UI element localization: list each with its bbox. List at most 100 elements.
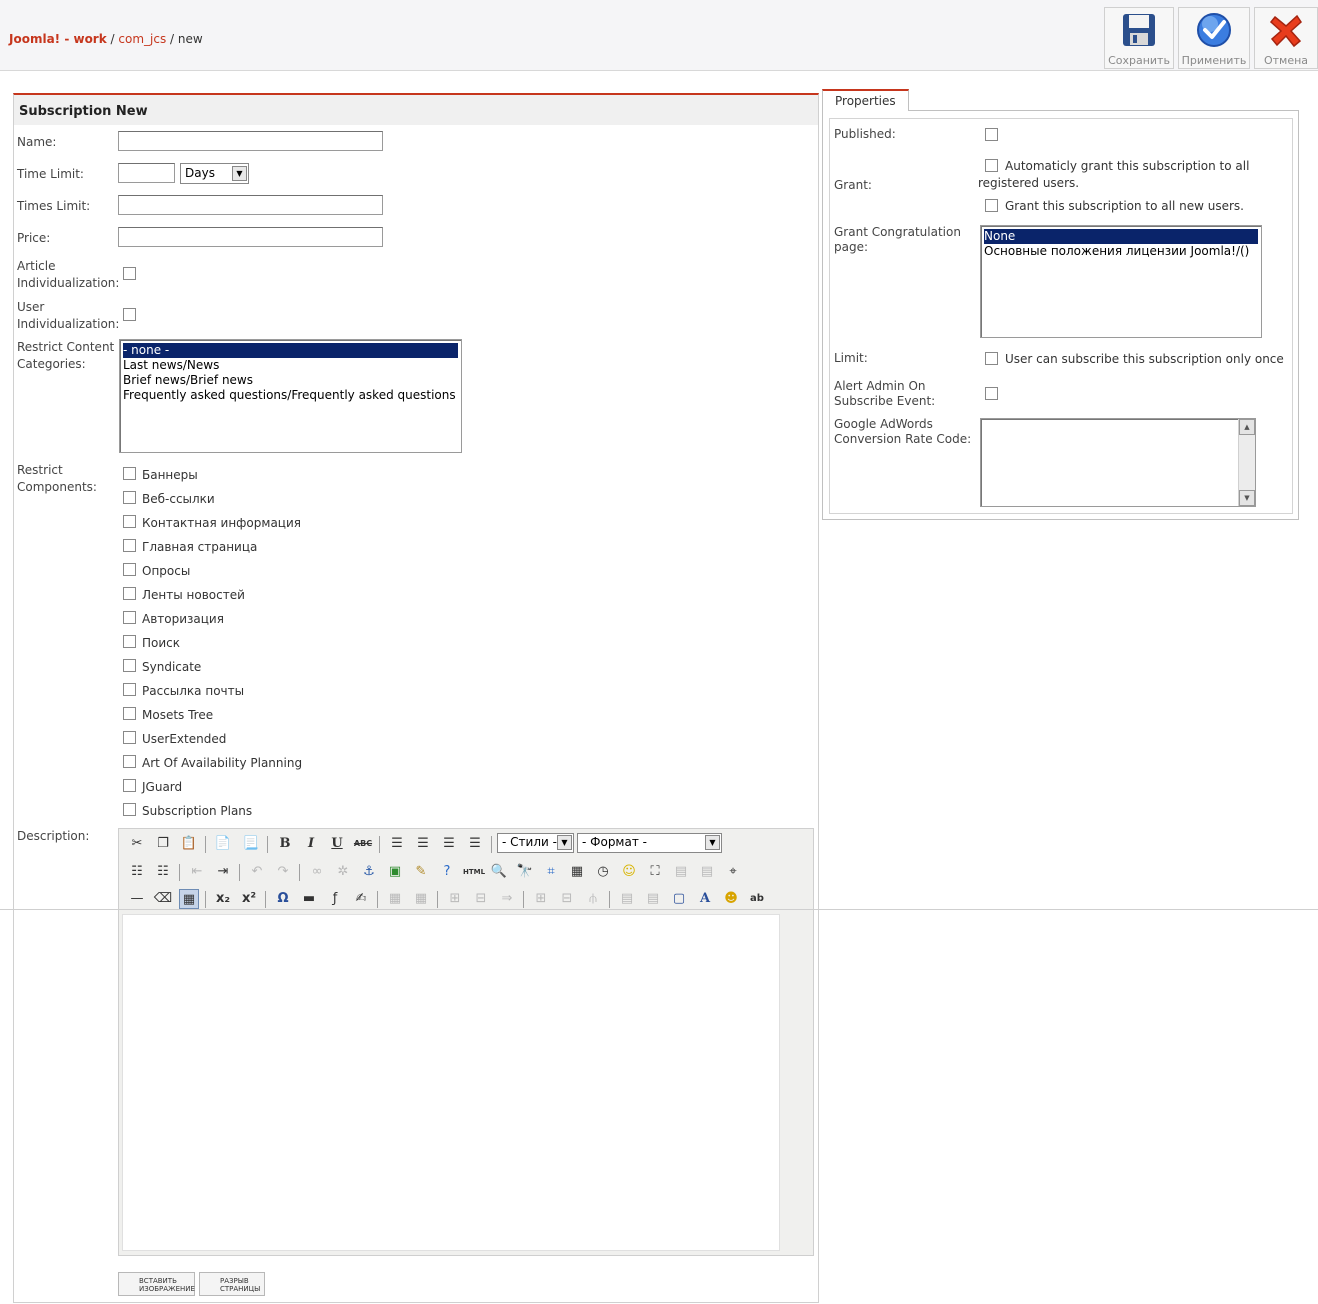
subscript-icon[interactable]: x₂ [213,889,233,909]
insert-frame-icon[interactable]: ▢ [669,889,689,909]
component-checkbox[interactable] [123,659,136,672]
strikethrough-icon[interactable]: ABC [353,834,373,854]
italic-icon[interactable]: I [301,834,321,854]
find-replace-icon[interactable]: 🔭 [515,862,535,882]
paste-icon[interactable]: 📋 [179,834,199,854]
fullscreen-icon[interactable]: ⛶ [645,862,665,882]
delete-row-icon[interactable]: ⊟ [471,889,491,909]
align-right-icon[interactable]: ☰ [439,834,459,854]
category-option[interactable]: Last news/News [123,358,458,373]
table-icon[interactable]: ▦ [385,889,405,909]
editor-content-area[interactable] [122,914,780,1251]
delete-col-icon[interactable]: ⊟ [557,889,577,909]
horizontal-rule-icon[interactable]: — [127,889,147,909]
scroll-down-icon[interactable]: ▼ [1239,490,1255,506]
component-checkbox[interactable] [123,563,136,576]
user-individualization-checkbox[interactable] [123,308,136,321]
paste-text-icon[interactable]: 📄 [213,834,233,854]
cleanup-icon[interactable]: ✎ [411,862,431,882]
article-individualization-checkbox[interactable] [123,267,136,280]
cut-icon[interactable]: ✂ [127,834,147,854]
align-left-icon[interactable]: ☰ [387,834,407,854]
category-option[interactable]: - none - [123,343,458,358]
indent-icon[interactable]: ⇥ [213,862,233,882]
scrollbar[interactable]: ▲ ▼ [1238,419,1255,506]
flash-icon[interactable]: ƒ [325,889,345,909]
page-break-button[interactable]: РАЗРЫВ СТРАНИЦЫ [199,1272,265,1296]
category-option[interactable]: Brief news/Brief news [123,373,458,388]
undo-icon[interactable]: ↶ [247,862,267,882]
table-props-icon[interactable]: ▦ [411,889,431,909]
smiley-icon[interactable]: ☻ [721,889,741,909]
component-checkbox[interactable] [123,683,136,696]
styles-select[interactable]: - Стили - ▼ [497,833,574,853]
align-center-icon[interactable]: ☰ [413,834,433,854]
copy-icon[interactable]: ❐ [153,834,173,854]
times-limit-input[interactable] [118,195,383,215]
underline-icon[interactable]: U [327,834,347,854]
split-cells-icon[interactable]: ⫛ [583,889,603,909]
insert-date-icon[interactable]: ⌗ [541,862,561,882]
component-checkbox[interactable] [123,635,136,648]
component-checkbox[interactable] [123,779,136,792]
tab-properties[interactable]: Properties [822,89,909,111]
cancel-button[interactable]: Отмена [1254,7,1318,69]
merge-cells-icon[interactable]: ⇒ [497,889,517,909]
insert-datetime-icon[interactable]: ▦ [567,862,587,882]
row-props-icon[interactable]: ▤ [617,889,637,909]
superscript-icon[interactable]: x² [239,889,259,909]
component-checkbox[interactable] [123,707,136,720]
apply-button[interactable]: Применить [1178,7,1250,69]
help-icon[interactable]: ? [437,862,457,882]
time-unit-select[interactable]: Days ▼ [180,163,249,184]
insert-row-icon[interactable]: ⊞ [445,889,465,909]
unlink-icon[interactable]: ✲ [333,862,353,882]
component-checkbox[interactable] [123,491,136,504]
category-option[interactable]: Frequently asked questions/Frequently as… [123,388,458,403]
html-source-icon[interactable]: HTML [463,862,485,882]
anchor-icon[interactable]: ⚓ [359,862,379,882]
limit-checkbox[interactable] [985,352,998,365]
price-input[interactable] [118,227,383,247]
congrats-option[interactable]: None [984,229,1258,244]
styles-icon[interactable]: A [695,889,715,909]
scroll-up-icon[interactable]: ▲ [1239,419,1255,435]
absolute-position-icon[interactable]: ⌖ [723,862,743,882]
image-icon[interactable]: ▣ [385,862,405,882]
component-checkbox[interactable] [123,539,136,552]
layer-icon[interactable]: ▤ [671,862,691,882]
paste-word-icon[interactable]: 📃 [241,834,261,854]
component-checkbox[interactable] [123,755,136,768]
congrats-option[interactable]: Основные положения лицензии Joomla!/() [984,244,1258,259]
visual-aid-icon[interactable]: ▦ [179,889,199,909]
name-input[interactable] [118,131,383,151]
breadcrumb-component[interactable]: com_jcs [118,32,166,46]
grant-new-users-checkbox[interactable] [985,199,998,212]
link-icon[interactable]: ∞ [307,862,327,882]
alert-admin-checkbox[interactable] [985,387,998,400]
save-button[interactable]: Сохранить [1104,7,1174,69]
component-checkbox[interactable] [123,611,136,624]
published-checkbox[interactable] [985,128,998,141]
format-select[interactable]: - Формат - ▼ [577,833,722,853]
component-checkbox[interactable] [123,467,136,480]
categories-listbox[interactable]: - none - Last news/News Brief news/Brief… [119,339,462,453]
time-limit-input[interactable] [118,163,175,183]
cell-props-icon[interactable]: ▤ [643,889,663,909]
component-checkbox[interactable] [123,803,136,816]
redo-icon[interactable]: ↷ [273,862,293,882]
spellcheck-icon[interactable]: ab [747,889,767,909]
layer-move-icon[interactable]: ▤ [697,862,717,882]
align-justify-icon[interactable]: ☰ [465,834,485,854]
adwords-textarea[interactable]: ▲ ▼ [980,418,1256,507]
bold-icon[interactable]: B [275,834,295,854]
insert-time-icon[interactable]: ◷ [593,862,613,882]
bullet-list-icon[interactable]: ☷ [127,862,147,882]
emoticons-icon[interactable]: ☺ [619,862,639,882]
remove-format-icon[interactable]: ⌫ [153,889,173,909]
breadcrumb-site[interactable]: Joomla! - work [9,32,107,46]
media-icon[interactable]: ▬ [299,889,319,909]
edit-attributes-icon[interactable]: ✍ [351,889,371,909]
preview-icon[interactable]: 🔍 [489,862,509,882]
insert-col-icon[interactable]: ⊞ [531,889,551,909]
